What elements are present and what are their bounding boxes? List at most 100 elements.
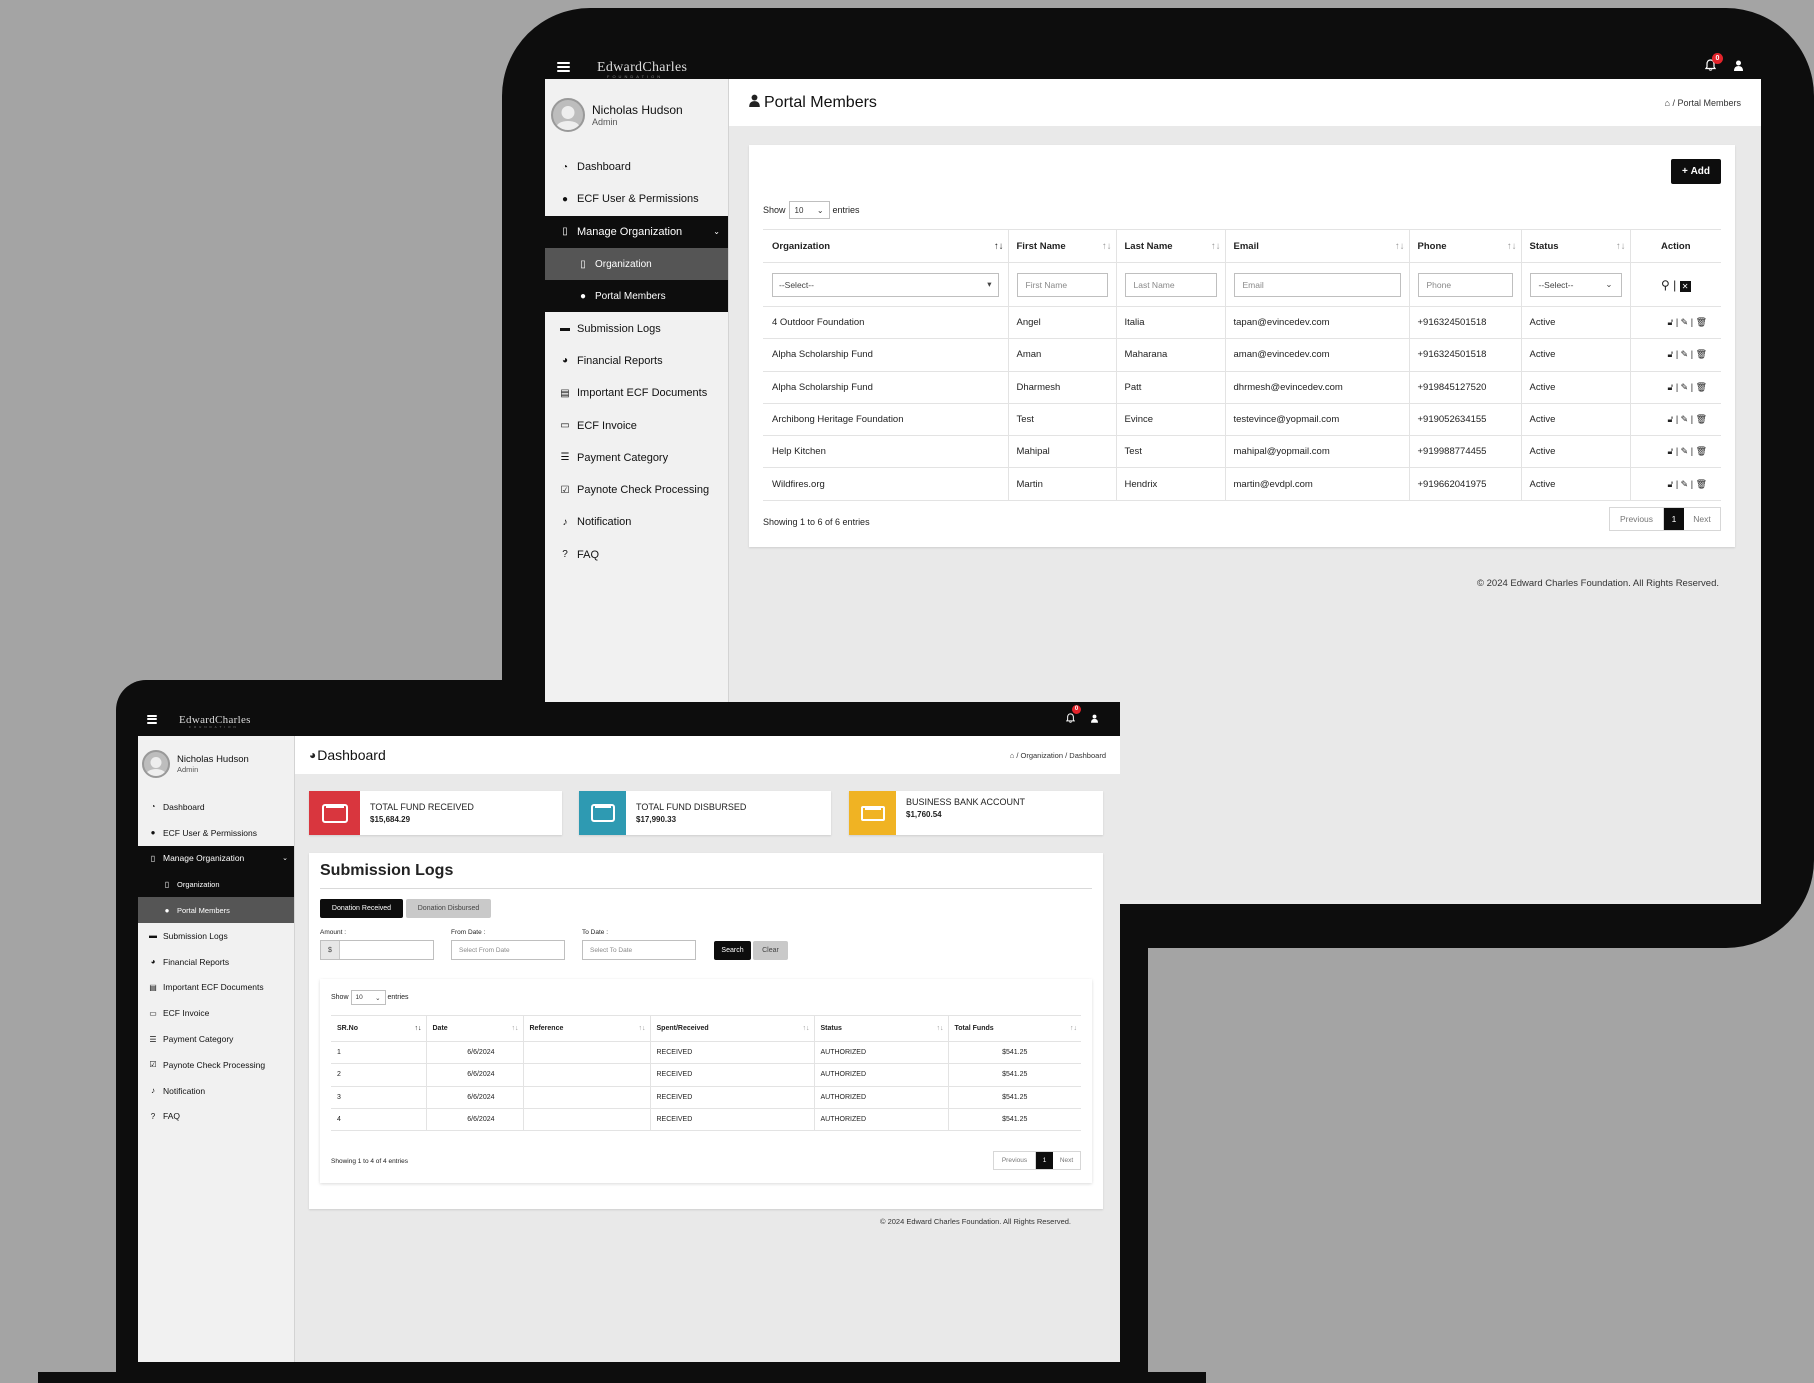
breadcrumb-item[interactable]: Organization: [1021, 751, 1064, 760]
sidebar-item-payment-category[interactable]: ☰ Payment Category: [138, 1026, 294, 1052]
delete-icon[interactable]: 🗑︎: [1696, 446, 1707, 456]
sidebar-item-faq[interactable]: ? FAQ: [545, 539, 728, 571]
delete-icon[interactable]: 🗑︎: [1696, 349, 1707, 359]
sidebar-item-ecf-user-permissions[interactable]: ● ECF User & Permissions: [545, 183, 728, 215]
col-header-email[interactable]: Email ↑↓: [1225, 229, 1410, 263]
breadcrumb-item[interactable]: Portal Members: [1677, 98, 1741, 108]
pagination-previous[interactable]: Previous: [994, 1152, 1036, 1169]
entries-select[interactable]: 10 ⌄: [788, 201, 830, 219]
sidebar-item-portal-members[interactable]: ● Portal Members: [545, 280, 728, 313]
pagination-page-1[interactable]: 1: [1036, 1152, 1053, 1169]
col-header-total-funds[interactable]: Total Funds ↑↓: [948, 1015, 1081, 1042]
pagination-previous[interactable]: Previous: [1610, 508, 1664, 530]
sidebar-item-portal-members[interactable]: ● Portal Members: [138, 897, 294, 923]
col-header-status[interactable]: Status ↑↓: [814, 1015, 949, 1042]
clear-button[interactable]: Clear: [753, 941, 788, 960]
entries-select[interactable]: 10 ⌄: [350, 990, 386, 1005]
edit-icon[interactable]: ✎: [1681, 446, 1689, 456]
sidebar-item-important-ecf-documents[interactable]: ▤ Important ECF Documents: [545, 377, 728, 409]
col-header-sr-no[interactable]: SR.No ↑↓: [331, 1015, 427, 1042]
pagination-next[interactable]: Next: [1684, 508, 1720, 530]
phone-filter[interactable]: Phone: [1417, 272, 1513, 297]
col-header-organization[interactable]: Organization ↑↓: [763, 229, 1009, 263]
amount-input[interactable]: $: [320, 940, 434, 960]
lock-icon[interactable]: 🔓︎: [1667, 446, 1673, 456]
col-header-status[interactable]: Status ↑↓: [1521, 229, 1631, 263]
sidebar-item-ecf-invoice[interactable]: ▭ ECF Invoice: [545, 409, 728, 441]
sidebar-item-payment-category[interactable]: ☰ Payment Category: [545, 442, 728, 474]
building-icon: ▯: [150, 853, 156, 863]
first-name-filter[interactable]: First Name: [1016, 272, 1108, 297]
sidebar-item-organization[interactable]: ▯ Organization: [545, 247, 728, 281]
edit-icon[interactable]: ✎: [1681, 317, 1689, 327]
col-header-phone[interactable]: Phone ↑↓: [1409, 229, 1522, 263]
col-header-first-name[interactable]: First Name ↑↓: [1008, 229, 1117, 263]
col-header-spent-received[interactable]: Spent/Received ↑↓: [650, 1015, 815, 1042]
to-date-input[interactable]: Select To Date: [582, 940, 696, 960]
lock-icon[interactable]: 🔓︎: [1667, 414, 1673, 424]
edit-icon[interactable]: ✎: [1681, 414, 1689, 424]
sidebar-item-manage-organization[interactable]: ▯ Manage Organization ⌄: [138, 845, 294, 872]
sidebar-item-notification[interactable]: ♪ Notification: [545, 506, 728, 538]
lock-icon[interactable]: 🔓︎: [1667, 382, 1673, 392]
organization-filter-select[interactable]: --Select-- ▾: [772, 272, 999, 297]
brand-logo[interactable]: EdwardCharles Foundation: [597, 60, 687, 79]
sidebar-item-ecf-user-permissions[interactable]: ● ECF User & Permissions: [138, 820, 294, 846]
sidebar-item-organization[interactable]: ▯ Organization: [138, 871, 294, 898]
sidebar-item-manage-organization[interactable]: ▯ Manage Organization ⌄: [545, 215, 728, 248]
from-date-input[interactable]: Select From Date: [451, 940, 565, 960]
home-icon[interactable]: ⌂: [1665, 98, 1670, 108]
sidebar-item-faq[interactable]: ? FAQ: [138, 1104, 294, 1130]
sidebar-item-important-ecf-documents[interactable]: ▤ Important ECF Documents: [138, 975, 294, 1001]
sidebar-item-ecf-invoice[interactable]: ▭ ECF Invoice: [138, 1000, 294, 1026]
clear-filter-icon[interactable]: ✕: [1679, 280, 1691, 292]
notification-bell-icon[interactable]: 0: [1065, 705, 1081, 728]
sidebar-item-submission-logs[interactable]: ▬ Submission Logs: [545, 312, 728, 344]
delete-icon[interactable]: 🗑︎: [1696, 382, 1707, 392]
edit-icon[interactable]: ✎: [1681, 382, 1689, 392]
home-icon[interactable]: ⌂: [1010, 751, 1015, 760]
search-icon[interactable]: ⚲: [1661, 278, 1670, 292]
cell-kind: RECEIVED: [650, 1086, 815, 1109]
status-filter-select[interactable]: --Select-- ⌄: [1529, 272, 1622, 297]
search-button[interactable]: Search: [714, 941, 751, 960]
row-actions: 🔓︎ | ✎ | 🗑︎: [1630, 338, 1721, 372]
delete-icon[interactable]: 🗑︎: [1696, 414, 1707, 424]
lock-icon[interactable]: 🔓︎: [1667, 317, 1673, 327]
user-menu-icon[interactable]: [1091, 710, 1098, 728]
menu-toggle-icon[interactable]: [557, 60, 570, 74]
stat-card-total-fund-disbursed[interactable]: TOTAL FUND DISBURSED $17,990.33: [579, 791, 831, 835]
sidebar-item-dashboard[interactable]: ◔ Dashboard: [545, 151, 728, 183]
sidebar-item-paynote-check-processing[interactable]: ☑ Paynote Check Processing: [545, 474, 728, 506]
lock-icon[interactable]: 🔓︎: [1667, 479, 1673, 489]
delete-icon[interactable]: 🗑︎: [1696, 479, 1707, 489]
brand-logo[interactable]: EdwardCharles Foundation: [179, 714, 251, 729]
sidebar-item-paynote-check-processing[interactable]: ☑ Paynote Check Processing: [138, 1052, 294, 1078]
tab-donation-received[interactable]: Donation Received: [320, 899, 403, 918]
sidebar-item-dashboard[interactable]: ◔ Dashboard: [138, 794, 294, 820]
edit-icon[interactable]: ✎: [1681, 479, 1689, 489]
lock-icon[interactable]: 🔓︎: [1667, 349, 1673, 359]
col-header-date[interactable]: Date ↑↓: [426, 1015, 524, 1042]
sidebar-item-notification[interactable]: ♪ Notification: [138, 1078, 294, 1104]
last-name-filter[interactable]: Last Name: [1124, 272, 1217, 297]
pagination-page-1[interactable]: 1: [1664, 508, 1684, 530]
chevron-down-icon: ▾: [987, 279, 992, 289]
menu-toggle-icon[interactable]: [147, 713, 157, 725]
sidebar-item-financial-reports[interactable]: ◕ Financial Reports: [545, 345, 728, 377]
sidebar-item-financial-reports[interactable]: ◕ Financial Reports: [138, 949, 294, 975]
sidebar-item-submission-logs[interactable]: ▬ Submission Logs: [138, 923, 294, 949]
stat-card-total-fund-received[interactable]: TOTAL FUND RECEIVED $15,684.29: [309, 791, 562, 835]
delete-icon[interactable]: 🗑︎: [1696, 317, 1707, 327]
notification-bell-icon[interactable]: 0: [1704, 53, 1723, 74]
add-button[interactable]: + Add: [1671, 159, 1721, 184]
tab-donation-disbursed[interactable]: Donation Disbursed: [406, 899, 491, 918]
user-menu-icon[interactable]: [1734, 58, 1743, 76]
pagination-next[interactable]: Next: [1053, 1152, 1080, 1169]
col-header-reference[interactable]: Reference ↑↓: [523, 1015, 651, 1042]
edit-icon[interactable]: ✎: [1681, 349, 1689, 359]
col-header-last-name[interactable]: Last Name ↑↓: [1116, 229, 1226, 263]
email-filter[interactable]: Email: [1233, 272, 1401, 297]
breadcrumb-item[interactable]: Dashboard: [1069, 751, 1106, 760]
stat-card-business-bank-account[interactable]: BUSINESS BANK ACCOUNT $1,760.54: [849, 791, 1103, 835]
